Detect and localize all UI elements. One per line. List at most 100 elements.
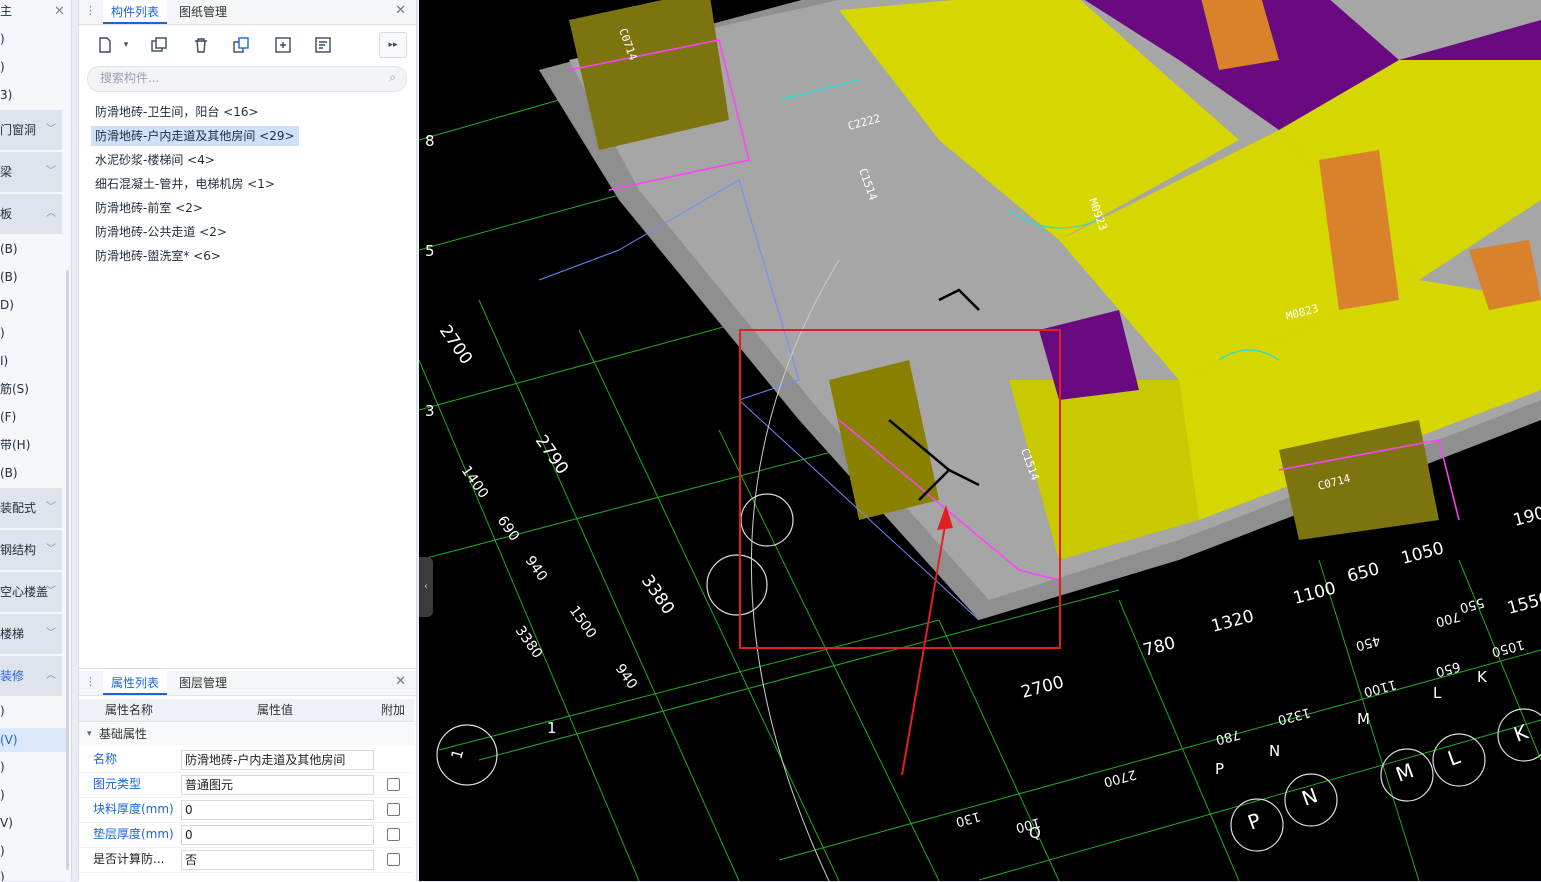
component-search: ⌕: [87, 66, 407, 92]
nav-section-board[interactable]: 板 ︿: [0, 194, 62, 234]
nav-item[interactable]: ): [0, 842, 66, 860]
extra-checkbox[interactable]: [387, 828, 400, 841]
component-tabbar: ⋮ 构件列表 图纸管理 ✕: [79, 0, 416, 25]
dim-label: 1400: [458, 463, 492, 501]
nav-item[interactable]: ): [0, 758, 66, 776]
copy-to-floor-icon[interactable]: [227, 32, 255, 58]
nav-item[interactable]: (B): [0, 464, 66, 482]
property-name: 垫层厚度(mm): [93, 827, 174, 841]
nav-item[interactable]: ): [0, 324, 66, 342]
extra-checkbox[interactable]: [387, 803, 400, 816]
collapse-panel-handle[interactable]: ‹: [419, 557, 433, 617]
property-value-field[interactable]: 普通图元: [181, 775, 374, 795]
extra-checkbox[interactable]: [387, 853, 400, 866]
more-icon[interactable]: ▸▸: [379, 32, 407, 58]
list-item-selected[interactable]: 防滑地砖-户内走道及其他房间 <29>: [91, 126, 299, 146]
tab-drawing-management[interactable]: 图纸管理: [171, 0, 235, 24]
3d-viewport[interactable]: 2700 2790 3380 1400 690 940 1500 3380 94…: [419, 0, 1541, 881]
nav-item[interactable]: 3): [0, 86, 66, 104]
column-header-extra: 附加: [381, 703, 406, 717]
model-canvas[interactable]: 2700 2790 3380 1400 690 940 1500 3380 94…: [419, 0, 1541, 881]
nav-item[interactable]: (F): [0, 408, 66, 426]
delete-icon[interactable]: [187, 32, 215, 58]
import-icon[interactable]: [269, 32, 297, 58]
nav-section-prefab[interactable]: 装配式 ﹀: [0, 488, 62, 528]
search-icon[interactable]: ⌕: [389, 70, 396, 85]
axis-label: P: [1215, 760, 1224, 778]
property-value-field[interactable]: 0: [181, 800, 374, 820]
dim-label: 2700: [1019, 672, 1066, 703]
nav-section-doors[interactable]: 门窗洞 ﹀: [0, 110, 62, 150]
nav-item[interactable]: ): [0, 702, 66, 720]
dropdown-arrow-icon[interactable]: ▾: [119, 32, 133, 58]
nav-section-decoration[interactable]: 装修 ︿: [0, 656, 62, 696]
nav-item[interactable]: (B): [0, 240, 66, 258]
dim-label: 700: [1434, 608, 1462, 629]
nav-item[interactable]: ): [0, 786, 66, 804]
tab-property-list[interactable]: 属性列表: [103, 671, 168, 695]
close-icon[interactable]: ✕: [395, 3, 406, 18]
chevron-down-icon: ﹀: [46, 124, 56, 135]
dim-label: 3380: [512, 623, 546, 661]
nav-item[interactable]: V): [0, 814, 66, 832]
extra-checkbox[interactable]: [387, 778, 400, 791]
property-row: 垫层厚度(mm) 0: [79, 822, 414, 848]
dim-label: 1100: [1362, 676, 1398, 699]
property-row: 名称 防滑地砖-户内走道及其他房间: [79, 747, 414, 773]
dim-label: 940: [612, 661, 640, 692]
nav-item[interactable]: (B): [0, 268, 66, 286]
column-header-name: 属性名称: [105, 703, 154, 717]
nav-item[interactable]: 筋(S): [0, 380, 66, 398]
axis-label: 5: [425, 242, 435, 260]
axis-label: M: [1393, 758, 1417, 786]
property-value-field[interactable]: 防滑地砖-户内走道及其他房间: [181, 750, 374, 770]
copy-icon[interactable]: [145, 32, 173, 58]
property-name: 图元类型: [93, 777, 142, 791]
nav-item[interactable]: D): [0, 296, 66, 314]
property-tabbar: ⋮ 属性列表 图层管理 ✕: [79, 671, 416, 696]
axis-label: Q: [1029, 824, 1041, 842]
scrollbar[interactable]: [66, 270, 69, 870]
nav-section-label: 装修: [0, 669, 25, 683]
chevron-down-icon: ﹀: [46, 502, 56, 513]
nav-item[interactable]: ): [0, 58, 66, 76]
property-group[interactable]: ▾ 基础属性: [79, 723, 414, 745]
list-item[interactable]: 防滑地砖-公共走道 <2>: [91, 222, 231, 242]
filter-icon[interactable]: [309, 32, 337, 58]
nav-section-hollow[interactable]: 空心楼盖 ﹀: [0, 572, 62, 612]
nav-item[interactable]: 主: [0, 2, 66, 20]
property-value-field[interactable]: 0: [181, 825, 374, 845]
column-header-value: 属性值: [257, 703, 294, 717]
list-item[interactable]: 防滑地砖-前室 <2>: [91, 198, 207, 218]
pin-icon[interactable]: ⋮: [85, 675, 96, 688]
tab-component-list[interactable]: 构件列表: [103, 0, 168, 24]
left-nav: ✕ 主 ) ) 3) 门窗洞 ﹀ 梁 ﹀ 板 ︿ (B) (B) D) ) I) 筋(…: [0, 0, 72, 881]
nav-item[interactable]: I): [0, 352, 66, 370]
nav-section-steel[interactable]: 钢结构 ﹀: [0, 530, 62, 570]
dim-label: 2790: [531, 431, 572, 478]
property-value-field[interactable]: 否: [181, 850, 374, 870]
list-item[interactable]: 水泥砂浆-楼梯间 <4>: [91, 150, 219, 170]
property-name: 块料厚度(mm): [93, 802, 174, 816]
dim-label: 1320: [1209, 606, 1256, 637]
chevron-up-icon: ︿: [46, 208, 56, 219]
list-item[interactable]: 防滑地砖-卫生间，阳台 <16>: [91, 102, 263, 122]
nav-section-beam[interactable]: 梁 ﹀: [0, 152, 62, 192]
list-item[interactable]: 细石混凝土-管井，电梯机房 <1>: [91, 174, 279, 194]
nav-section-stairs[interactable]: 楼梯 ﹀: [0, 614, 62, 654]
property-row: 块料厚度(mm) 0: [79, 797, 414, 823]
new-component-icon[interactable]: [91, 32, 119, 58]
tab-layer-management[interactable]: 图层管理: [171, 671, 235, 695]
close-icon[interactable]: ✕: [395, 674, 406, 689]
axis-label: P: [1245, 808, 1265, 835]
search-input[interactable]: [98, 70, 372, 86]
list-item[interactable]: 防滑地砖-盥洗室* <6>: [91, 246, 225, 266]
pin-icon[interactable]: ⋮: [85, 4, 96, 17]
nav-item-selected[interactable]: (V): [0, 728, 66, 752]
nav-item[interactable]: ): [0, 868, 66, 881]
axis-label: 3: [425, 402, 435, 420]
nav-item[interactable]: 带(H): [0, 436, 66, 454]
nav-item[interactable]: ): [0, 30, 66, 48]
dim-label: 780: [1214, 726, 1242, 747]
property-row: 是否计算防... 否: [79, 847, 414, 873]
